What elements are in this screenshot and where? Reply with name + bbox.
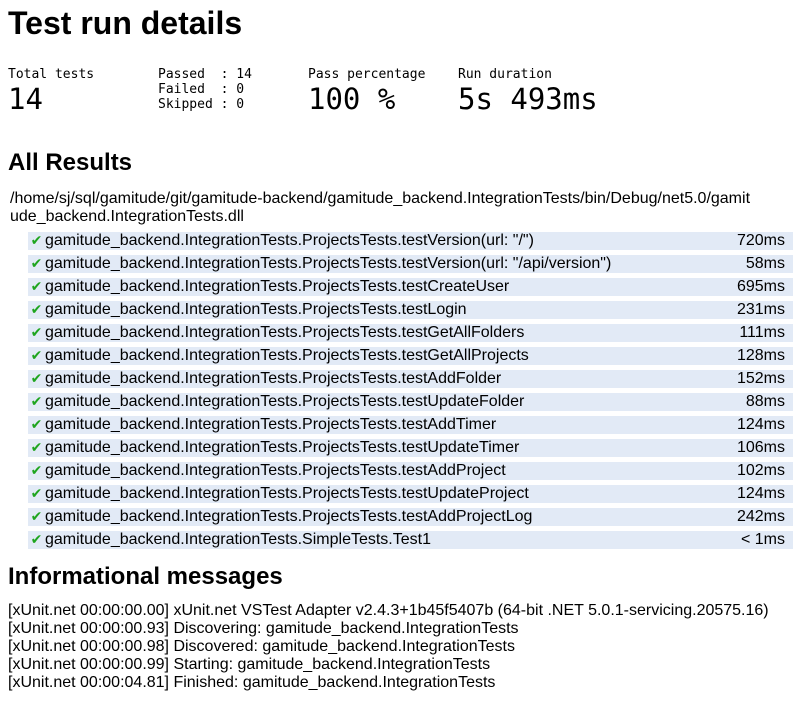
checkmark-icon: ✔: [30, 371, 43, 387]
test-duration: 124ms: [736, 485, 785, 502]
info-message: [xUnit.net 00:00:00.93] Discovering: gam…: [8, 620, 519, 637]
informational-messages-heading: Informational messages: [8, 563, 283, 590]
test-name: gamitude_backend.IntegrationTests.Projec…: [45, 370, 502, 387]
checkmark-icon: ✔: [30, 348, 43, 364]
test-duration: 695ms: [736, 278, 785, 295]
test-name: gamitude_backend.IntegrationTests.Projec…: [45, 255, 612, 272]
checkmark-icon: ✔: [30, 417, 43, 433]
total-tests-value: 14: [8, 82, 43, 116]
test-name: gamitude_backend.IntegrationTests.Projec…: [45, 301, 467, 318]
run-duration-block: Run duration 5s 493ms: [458, 67, 658, 115]
report-page: Test run details Total tests 14 Passed :…: [0, 0, 802, 692]
test-result-row[interactable]: ✔ gamitude_backend.IntegrationTests.Proje…: [28, 439, 793, 457]
test-name: gamitude_backend.IntegrationTests.Projec…: [45, 278, 510, 295]
test-duration: 58ms: [745, 255, 785, 272]
passed-count: Passed : 14: [158, 67, 252, 82]
test-result-row[interactable]: ✔ gamitude_backend.IntegrationTests.Proje…: [28, 347, 793, 365]
total-tests-label: Total tests: [8, 67, 95, 82]
checkmark-icon: ✔: [30, 463, 43, 479]
checkmark-icon: ✔: [30, 486, 43, 502]
pass-percentage-label: Pass percentage: [308, 67, 426, 82]
test-result-main: ✔ gamitude_backend.IntegrationTests.Proje…: [28, 439, 520, 457]
test-name: gamitude_backend.IntegrationTests.Projec…: [45, 393, 525, 410]
test-result-main: ✔ gamitude_backend.IntegrationTests.Proje…: [28, 370, 502, 388]
test-duration: 106ms: [736, 439, 785, 456]
info-message: [xUnit.net 00:00:00.98] Discovered: gami…: [8, 638, 515, 655]
test-name: gamitude_backend.IntegrationTests.Projec…: [45, 508, 533, 525]
run-duration-value: 5s 493ms: [458, 82, 598, 116]
dll-path: /home/sj/sql/gamitude/git/gamitude-backe…: [10, 190, 751, 225]
test-duration: 128ms: [736, 347, 785, 364]
checkmark-icon: ✔: [30, 233, 43, 249]
failed-count: Failed : 0: [158, 82, 245, 97]
test-name: gamitude_backend.IntegrationTests.Projec…: [45, 439, 520, 456]
test-result-main: ✔ gamitude_backend.IntegrationTests.Proje…: [28, 393, 525, 411]
pass-percentage-value: 100 %: [308, 82, 396, 116]
test-name: gamitude_backend.IntegrationTests.Projec…: [45, 347, 529, 364]
test-result-row[interactable]: ✔ gamitude_backend.IntegrationTests.Proje…: [28, 232, 793, 250]
test-duration: 124ms: [736, 416, 785, 433]
test-result-row[interactable]: ✔ gamitude_backend.IntegrationTests.Proje…: [28, 278, 793, 296]
test-result-row[interactable]: ✔ gamitude_backend.IntegrationTests.Proje…: [28, 485, 793, 503]
test-results-list: ✔ gamitude_backend.IntegrationTests.Proje…: [28, 232, 793, 549]
summary-panel: Total tests 14 Passed : 14 Failed : 0 Sk…: [8, 67, 794, 115]
page-title: Test run details: [8, 5, 243, 41]
test-duration: 111ms: [739, 324, 785, 341]
test-result-main: ✔ gamitude_backend.IntegrationTests.Proje…: [28, 255, 612, 273]
test-result-main: ✔ gamitude_backend.IntegrationTests.Proje…: [28, 232, 534, 250]
test-result-row[interactable]: ✔ gamitude_backend.IntegrationTests.Proje…: [28, 508, 793, 526]
test-name: gamitude_backend.IntegrationTests.Projec…: [45, 324, 525, 341]
checkmark-icon: ✔: [30, 509, 43, 525]
test-result-main: ✔ gamitude_backend.IntegrationTests.Proje…: [28, 416, 497, 434]
test-result-main: ✔ gamitude_backend.IntegrationTests.Proje…: [28, 301, 467, 319]
test-name: gamitude_backend.IntegrationTests.Simple…: [45, 531, 431, 548]
test-duration: < 1ms: [740, 531, 785, 548]
checkmark-icon: ✔: [30, 256, 43, 272]
test-result-main: ✔ gamitude_backend.IntegrationTests.Proje…: [28, 485, 529, 503]
test-result-main: ✔ gamitude_backend.IntegrationTests.Proje…: [28, 324, 525, 342]
checkmark-icon: ✔: [30, 279, 43, 295]
info-message: [xUnit.net 00:00:00.00] xUnit.net VSTest…: [8, 602, 769, 619]
run-duration-label: Run duration: [458, 67, 552, 82]
test-duration: 152ms: [736, 370, 785, 387]
test-result-main: ✔ gamitude_backend.IntegrationTests.Proje…: [28, 462, 506, 480]
test-result-row[interactable]: ✔ gamitude_backend.IntegrationTests.Proje…: [28, 255, 793, 273]
test-name: gamitude_backend.IntegrationTests.Projec…: [45, 416, 497, 433]
test-result-row[interactable]: ✔ gamitude_backend.IntegrationTests.Proje…: [28, 301, 793, 319]
test-result-row[interactable]: ✔ gamitude_backend.IntegrationTests.Proje…: [28, 462, 793, 480]
info-message: [xUnit.net 00:00:00.99] Starting: gamitu…: [8, 656, 491, 673]
outcome-counts-block: Passed : 14 Failed : 0 Skipped : 0: [158, 67, 308, 115]
skipped-count: Skipped : 0: [158, 97, 245, 112]
test-duration: 242ms: [736, 508, 785, 525]
test-result-row[interactable]: ✔ gamitude_backend.IntegrationTests.Proje…: [28, 324, 793, 342]
test-result-row[interactable]: ✔ gamitude_backend.IntegrationTests.Simpl…: [28, 531, 793, 549]
checkmark-icon: ✔: [30, 325, 43, 341]
test-result-row[interactable]: ✔ gamitude_backend.IntegrationTests.Proje…: [28, 370, 793, 388]
total-tests-block: Total tests 14: [8, 67, 158, 115]
test-duration: 231ms: [736, 301, 785, 318]
info-message: [xUnit.net 00:00:04.81] Finished: gamitu…: [8, 674, 496, 691]
test-duration: 88ms: [745, 393, 785, 410]
test-duration: 102ms: [736, 462, 785, 479]
all-results-heading: All Results: [8, 149, 133, 176]
test-name: gamitude_backend.IntegrationTests.Projec…: [45, 485, 529, 502]
test-name: gamitude_backend.IntegrationTests.Projec…: [45, 462, 506, 479]
test-result-main: ✔ gamitude_backend.IntegrationTests.Proje…: [28, 347, 529, 365]
test-result-main: ✔ gamitude_backend.IntegrationTests.Simpl…: [28, 531, 431, 549]
test-result-main: ✔ gamitude_backend.IntegrationTests.Proje…: [28, 278, 510, 296]
checkmark-icon: ✔: [30, 532, 43, 548]
checkmark-icon: ✔: [30, 394, 43, 410]
checkmark-icon: ✔: [30, 440, 43, 456]
test-result-row[interactable]: ✔ gamitude_backend.IntegrationTests.Proje…: [28, 393, 793, 411]
test-result-main: ✔ gamitude_backend.IntegrationTests.Proje…: [28, 508, 533, 526]
test-result-row[interactable]: ✔ gamitude_backend.IntegrationTests.Proje…: [28, 416, 793, 434]
informational-messages-list: [xUnit.net 00:00:00.00] xUnit.net VSTest…: [8, 602, 794, 692]
pass-percentage-block: Pass percentage 100 %: [308, 67, 458, 115]
test-name: gamitude_backend.IntegrationTests.Projec…: [45, 232, 534, 249]
checkmark-icon: ✔: [30, 302, 43, 318]
test-duration: 720ms: [736, 232, 785, 249]
